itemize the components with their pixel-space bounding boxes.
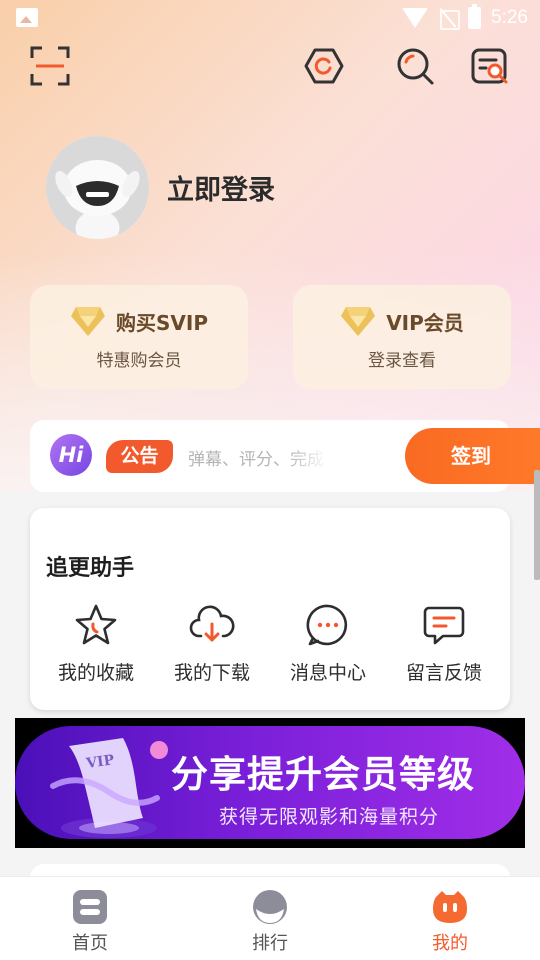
buy-svip-card[interactable]: 购买SVIP 特惠购会员: [30, 285, 248, 389]
diamond-icon: [341, 307, 376, 336]
star-icon: [75, 604, 117, 645]
status-bar: 5:26: [0, 0, 540, 36]
banner-title: 分享提升会员等级: [171, 753, 475, 796]
login-link[interactable]: 立即登录: [167, 168, 275, 207]
cloud-download-icon: [189, 605, 235, 642]
share-vip-banner[interactable]: VIP 分享提升会员等级 获得无限观影和海量积分: [15, 718, 525, 848]
history-icon[interactable]: [470, 46, 510, 86]
bottom-nav: 首页 排行 我的: [0, 876, 540, 960]
mine-icon: [433, 891, 467, 923]
feedback-label: 留言反馈: [405, 662, 482, 684]
nav-home-label: 首页: [72, 933, 108, 954]
notice-badge: 公告: [106, 440, 173, 473]
battery-icon: [468, 4, 482, 29]
messages-item[interactable]: 消息中心: [268, 602, 388, 685]
gallery-notification-icon: [16, 8, 38, 27]
checkin-button[interactable]: 签到: [405, 428, 540, 484]
helper-title: 追更助手: [46, 556, 135, 581]
hi-icon: Hi: [50, 434, 92, 476]
buy-svip-title: 购买SVIP: [116, 310, 208, 335]
vip-member-subtitle: 登录查看: [368, 351, 436, 371]
no-signal-icon: [438, 8, 461, 30]
scrollbar[interactable]: [534, 470, 540, 580]
nav-ranking[interactable]: 排行: [180, 877, 360, 960]
message-icon: [306, 604, 348, 646]
banner-body: VIP 分享提升会员等级 获得无限观影和海量积分: [15, 726, 525, 839]
nav-ranking-label: 排行: [252, 933, 288, 954]
feedback-icon: [423, 606, 465, 645]
status-time: 5:26: [491, 7, 528, 28]
downloads-item[interactable]: 我的下载: [152, 602, 272, 685]
feedback-item[interactable]: 留言反馈: [384, 602, 504, 685]
buy-svip-subtitle: 特惠购会员: [96, 351, 182, 371]
favorites-label: 我的收藏: [57, 662, 134, 684]
notice-text: 弹幕、评分、完成: [188, 445, 328, 470]
hexagon-settings-icon[interactable]: [304, 46, 344, 86]
messages-label: 消息中心: [289, 662, 366, 684]
vip-document-icon: VIP: [50, 738, 168, 838]
nav-mine[interactable]: 我的: [360, 877, 540, 960]
chase-helper-card: 追更助手 我的收藏 我的下载 消息中心 留言反馈: [30, 508, 510, 710]
search-icon[interactable]: [395, 46, 435, 86]
banner-subtitle: 获得无限观影和海量积分: [219, 806, 440, 828]
downloads-label: 我的下载: [173, 662, 250, 684]
ranking-icon: [253, 890, 287, 924]
avatar[interactable]: [46, 136, 149, 239]
diamond-icon: [71, 307, 105, 336]
wifi-icon: [402, 8, 429, 28]
favorites-item[interactable]: 我的收藏: [36, 602, 156, 685]
nav-home[interactable]: 首页: [0, 877, 180, 960]
scan-icon[interactable]: [30, 46, 70, 86]
home-icon: [73, 890, 107, 924]
vip-member-title: VIP会员: [386, 310, 464, 335]
nav-mine-label: 我的: [432, 933, 468, 954]
vip-member-card[interactable]: VIP会员 登录查看: [293, 285, 511, 389]
header-background: [0, 0, 540, 492]
